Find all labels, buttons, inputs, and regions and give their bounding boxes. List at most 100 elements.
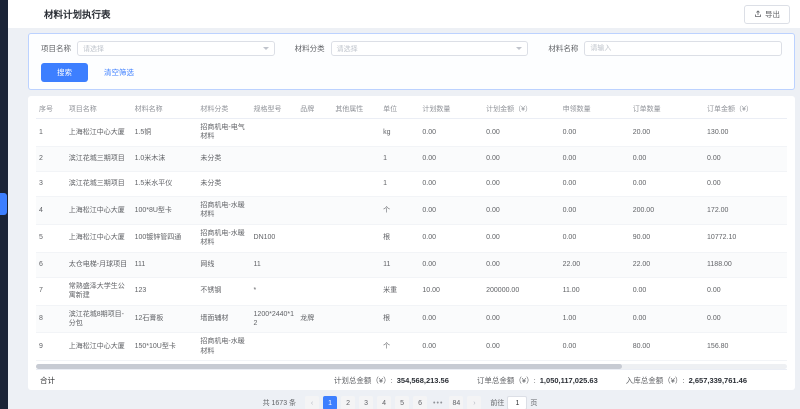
table-cell: 未分类 bbox=[197, 146, 250, 171]
table-cell: 个 bbox=[380, 196, 419, 224]
table-cell bbox=[251, 333, 298, 361]
table-cell: 111 bbox=[132, 252, 198, 277]
table-cell: 0.00 bbox=[483, 333, 559, 361]
pager-page-84[interactable]: 84 bbox=[449, 396, 463, 409]
table-cell bbox=[332, 224, 380, 252]
table-cell: 200000.00 bbox=[483, 277, 559, 305]
table-cell: 7 bbox=[36, 277, 66, 305]
table-cell: 1188.00 bbox=[704, 252, 787, 277]
table-cell: 不锈钢 bbox=[197, 277, 250, 305]
column-header: 订单金额（¥） bbox=[704, 100, 787, 119]
project-name-select[interactable]: 请选择 bbox=[77, 41, 275, 56]
table-cell: 0.00 bbox=[419, 146, 483, 171]
table-cell: 4 bbox=[36, 196, 66, 224]
summary-stat-value: 354,568,213.56 bbox=[397, 376, 449, 385]
table-cell bbox=[332, 333, 380, 361]
table-cell: 5 bbox=[36, 224, 66, 252]
pager-pages: 123456 ••• 84 bbox=[323, 396, 463, 409]
pager-ellipsis[interactable]: ••• bbox=[431, 396, 445, 409]
table-row: 2滨江花城三期项目1.0米木沫未分类10.000.000.000.000.00 bbox=[36, 146, 787, 171]
table-cell: 0.00 bbox=[704, 305, 787, 333]
chevron-down-icon bbox=[263, 47, 269, 50]
material-name-input[interactable] bbox=[584, 41, 782, 56]
table-cell: 上海松江中心大厦 bbox=[66, 224, 132, 252]
table-cell: 招商机电-水暖材料 bbox=[197, 333, 250, 361]
pager-page-2[interactable]: 2 bbox=[341, 396, 355, 409]
column-header: 申领数量 bbox=[560, 100, 630, 119]
pager-page-4[interactable]: 4 bbox=[377, 396, 391, 409]
pagination-total: 共 1673 条 bbox=[263, 398, 296, 408]
project-name-placeholder: 请选择 bbox=[83, 44, 104, 54]
pager-page-5[interactable]: 5 bbox=[395, 396, 409, 409]
table-cell: 个 bbox=[380, 333, 419, 361]
column-header: 计划数量 bbox=[419, 100, 483, 119]
goto-page-input[interactable] bbox=[507, 396, 527, 409]
material-name-label: 材料名称 bbox=[548, 43, 578, 54]
table-cell: 172.00 bbox=[704, 196, 787, 224]
clear-filters-button[interactable]: 清空筛选 bbox=[94, 63, 144, 82]
table-cell: 滨江花城三期项目 bbox=[66, 146, 132, 171]
table-cell: 未分类 bbox=[197, 171, 250, 196]
table-cell bbox=[297, 252, 332, 277]
table-cell: 0.00 bbox=[483, 119, 559, 147]
pager-page-1[interactable]: 1 bbox=[323, 396, 337, 409]
table-cell: 0.00 bbox=[560, 146, 630, 171]
export-icon bbox=[754, 10, 762, 18]
goto-suffix-label: 页 bbox=[530, 398, 537, 408]
table-cell bbox=[332, 146, 380, 171]
column-header: 订单数量 bbox=[630, 100, 704, 119]
table-cell: 上海松江中心大厦 bbox=[66, 333, 132, 361]
export-button[interactable]: 导出 bbox=[744, 5, 790, 24]
export-button-label: 导出 bbox=[765, 9, 780, 20]
pager-page-3[interactable]: 3 bbox=[359, 396, 373, 409]
table-cell: 0.00 bbox=[419, 305, 483, 333]
column-header: 项目名称 bbox=[66, 100, 132, 119]
table-cell: 0.00 bbox=[560, 196, 630, 224]
table-body: 1上海松江中心大厦1.5铜招商机电-电气材料kg0.000.000.0020.0… bbox=[36, 119, 787, 361]
summary-stat: 入库总金额（¥）: 2,657,339,761.46 bbox=[626, 375, 747, 386]
horizontal-scrollbar[interactable] bbox=[36, 364, 787, 369]
table-cell: 3 bbox=[36, 171, 66, 196]
column-header: 规格型号 bbox=[251, 100, 298, 119]
table-row: 5上海松江中心大厦100镀锌管四通招商机电-水暖材料DN100根0.000.00… bbox=[36, 224, 787, 252]
table-cell: 滨江花城8期项目-分包 bbox=[66, 305, 132, 333]
table-cell: 龙牌 bbox=[297, 305, 332, 333]
table-cell: 上海松江中心大厦 bbox=[66, 196, 132, 224]
summary-stat: 订单总金额（¥）: 1,050,117,025.63 bbox=[477, 375, 598, 386]
table-cell bbox=[251, 146, 298, 171]
table-cell: 0.00 bbox=[483, 224, 559, 252]
table-cell: 0.00 bbox=[704, 146, 787, 171]
pager-page-6[interactable]: 6 bbox=[413, 396, 427, 409]
table-cell: * bbox=[251, 277, 298, 305]
table-cell bbox=[297, 333, 332, 361]
scrollbar-thumb[interactable] bbox=[36, 364, 622, 369]
table-cell bbox=[332, 171, 380, 196]
table-cell: 100*8U型卡 bbox=[132, 196, 198, 224]
table-cell: 0.00 bbox=[483, 146, 559, 171]
table-cell: 1200*2440*12 bbox=[251, 305, 298, 333]
column-header: 材料名称 bbox=[132, 100, 198, 119]
table-cell: 150*10U型卡 bbox=[132, 333, 198, 361]
pager-prev-button[interactable]: ‹ bbox=[305, 396, 319, 409]
material-category-select[interactable]: 请选择 bbox=[331, 41, 529, 56]
table-cell: 0.00 bbox=[483, 196, 559, 224]
summary-stat: 计划总金额（¥）: 354,568,213.56 bbox=[334, 375, 449, 386]
table-cell: 0.00 bbox=[630, 305, 704, 333]
table-cell: 上海松江中心大厦 bbox=[66, 119, 132, 147]
table-row: 4上海松江中心大厦100*8U型卡招商机电-水暖材料个0.000.000.002… bbox=[36, 196, 787, 224]
column-header: 序号 bbox=[36, 100, 66, 119]
table-cell: kg bbox=[380, 119, 419, 147]
pager-next-button[interactable]: › bbox=[467, 396, 481, 409]
sidebar-expand-handle[interactable] bbox=[0, 193, 7, 215]
table-cell: 0.00 bbox=[419, 119, 483, 147]
table-cell: 100镀锌管四通 bbox=[132, 224, 198, 252]
table-cell: 太仓电梯-月球项目 bbox=[66, 252, 132, 277]
search-button[interactable]: 搜索 bbox=[41, 63, 88, 82]
table-cell: 网线 bbox=[197, 252, 250, 277]
table-cell: 0.00 bbox=[560, 171, 630, 196]
table-cell: 米重 bbox=[380, 277, 419, 305]
table-cell: 1 bbox=[380, 146, 419, 171]
table-header-row: 序号项目名称材料名称材料分类规格型号品牌其他属性单位计划数量计划金额（¥）申领数… bbox=[36, 100, 787, 119]
table-cell: 2 bbox=[36, 146, 66, 171]
table-cell: 1 bbox=[380, 171, 419, 196]
